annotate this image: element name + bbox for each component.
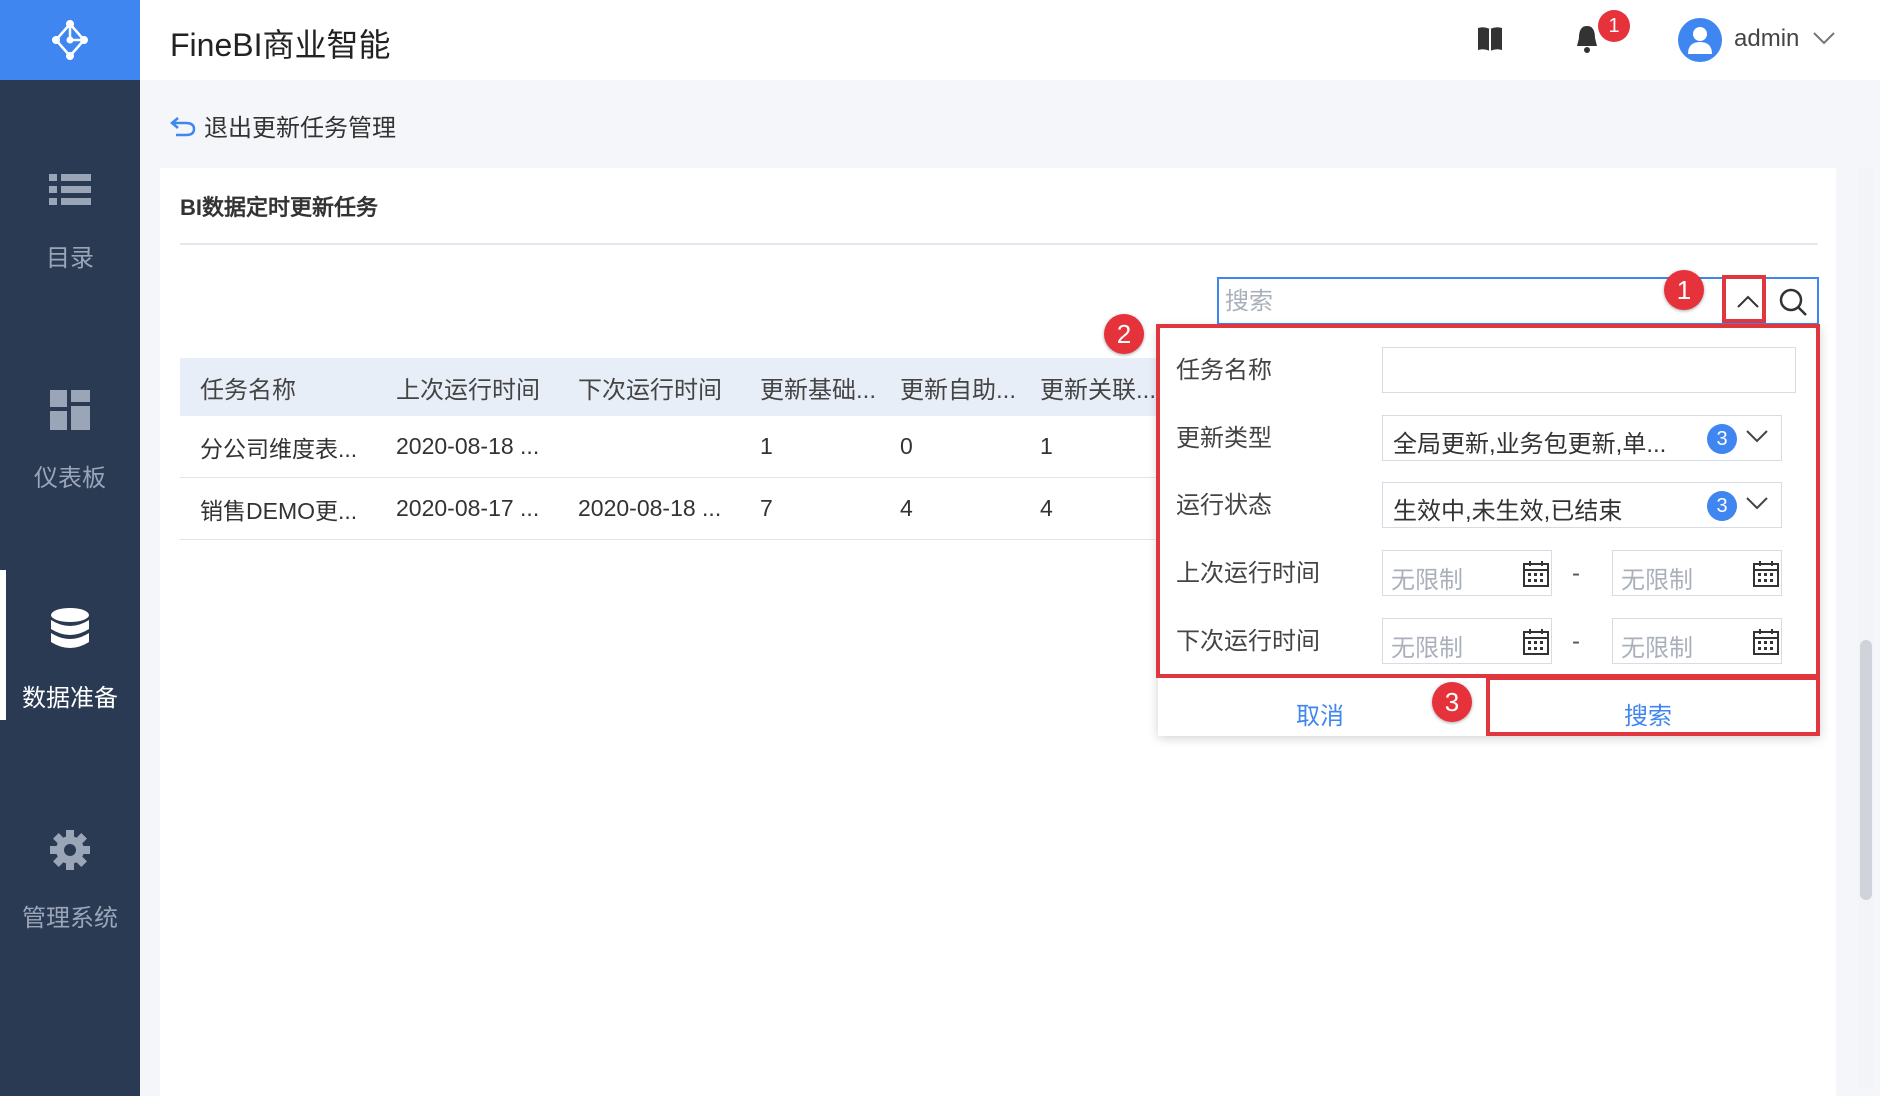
sidebar-item-catalog[interactable]: 目录 xyxy=(0,130,140,280)
app-title: FineBI商业智能 xyxy=(170,27,391,63)
sidebar-item-label: 仪表板 xyxy=(34,465,106,492)
divider xyxy=(180,243,1818,245)
table-cell: 0 xyxy=(900,433,913,459)
sidebar: 目录 仪表板 数据准备 管理系统 xyxy=(0,0,140,1096)
table-cell: 2020-08-17 ... xyxy=(396,495,540,521)
table-cell: 1 xyxy=(760,433,773,459)
cancel-button[interactable]: 取消 xyxy=(1296,696,1344,731)
avatar[interactable] xyxy=(1678,18,1722,62)
search-icon xyxy=(1779,288,1807,316)
search-input[interactable] xyxy=(1225,285,1625,319)
chevron-down-icon[interactable] xyxy=(1812,30,1836,51)
search-button[interactable] xyxy=(1770,280,1816,324)
user-icon xyxy=(1688,27,1712,54)
annotation-marker-2: 2 xyxy=(1104,314,1144,354)
column-header[interactable]: 更新关联... xyxy=(1020,370,1160,405)
column-header[interactable]: 任务名称 xyxy=(180,370,376,405)
bell-icon[interactable] xyxy=(1574,24,1600,59)
notification-badge: 1 xyxy=(1598,10,1630,42)
highlight-box-1 xyxy=(1722,275,1766,323)
sidebar-item-data-prep[interactable]: 数据准备 xyxy=(0,570,140,720)
scrollbar-thumb[interactable] xyxy=(1860,640,1872,900)
column-header[interactable]: 更新基础... xyxy=(740,370,880,405)
back-link-label: 退出更新任务管理 xyxy=(204,115,396,142)
exit-task-management-link[interactable]: 退出更新任务管理 xyxy=(170,108,396,143)
username[interactable]: admin xyxy=(1734,25,1799,53)
column-header[interactable]: 更新自助... xyxy=(880,370,1020,405)
table-cell: 分公司维度表... xyxy=(200,435,358,462)
task-table: 任务名称 上次运行时间 下次运行时间 更新基础... 更新自助... 更新关联.… xyxy=(180,358,1160,540)
annotation-marker-3: 3 xyxy=(1432,682,1472,722)
table-cell: 4 xyxy=(900,495,913,521)
sidebar-item-admin[interactable]: 管理系统 xyxy=(0,790,140,940)
logo-icon xyxy=(52,20,88,60)
table-header: 任务名称 上次运行时间 下次运行时间 更新基础... 更新自助... 更新关联.… xyxy=(180,358,1160,416)
column-header[interactable]: 上次运行时间 xyxy=(376,370,558,405)
table-cell: 2020-08-18 ... xyxy=(578,495,722,521)
help-book-icon[interactable] xyxy=(1476,24,1504,59)
sidebar-item-label: 数据准备 xyxy=(22,685,118,712)
gear-icon xyxy=(48,828,92,872)
page-title: BI数据定时更新任务 xyxy=(180,195,379,220)
table-cell: 销售DEMO更... xyxy=(200,497,358,524)
dashboard-icon xyxy=(50,388,90,432)
table-cell: 1 xyxy=(1040,433,1053,459)
annotation-marker-1: 1 xyxy=(1664,270,1704,310)
table-cell: 4 xyxy=(1040,495,1053,521)
highlight-box-3 xyxy=(1486,676,1820,736)
table-row[interactable]: 分公司维度表... 2020-08-18 ... 1 0 1 xyxy=(180,416,1160,478)
back-arrow-icon xyxy=(170,116,196,136)
table-row[interactable]: 销售DEMO更... 2020-08-17 ... 2020-08-18 ...… xyxy=(180,478,1160,540)
highlight-box-2 xyxy=(1156,324,1820,678)
app-logo[interactable] xyxy=(0,0,140,80)
database-icon xyxy=(50,608,90,652)
scrollbar-track xyxy=(1858,168,1874,1088)
column-header[interactable]: 下次运行时间 xyxy=(558,370,740,405)
sidebar-item-dashboard[interactable]: 仪表板 xyxy=(0,350,140,500)
table-cell: 2020-08-18 ... xyxy=(396,433,540,459)
table-cell: 7 xyxy=(760,495,773,521)
sidebar-item-label: 目录 xyxy=(46,245,94,272)
list-icon xyxy=(49,168,91,212)
sidebar-item-label: 管理系统 xyxy=(22,905,118,932)
